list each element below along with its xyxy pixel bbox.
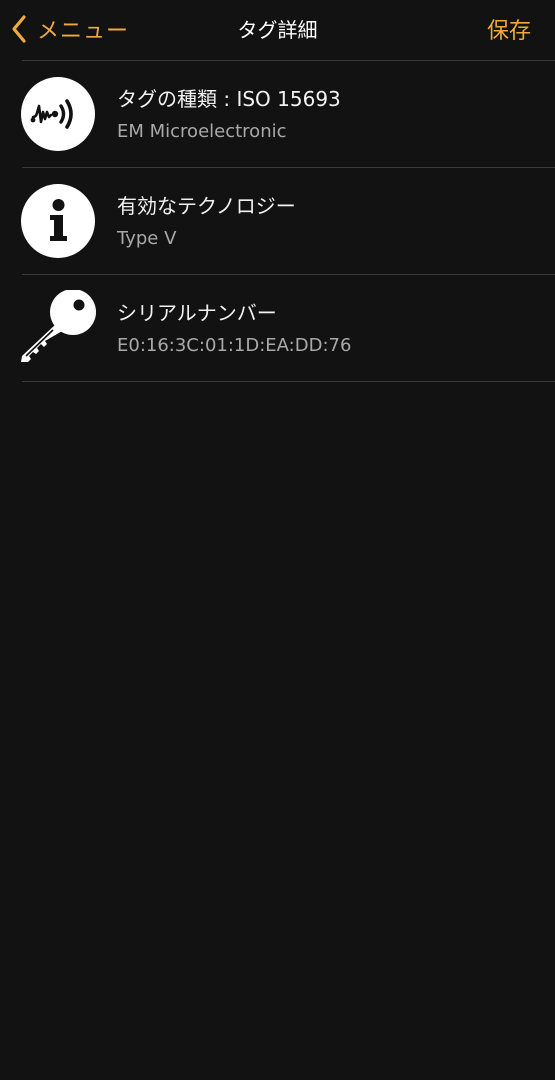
tag-type-label: タグの種類 : ISO 15693 bbox=[117, 87, 341, 111]
nfc-signal-icon bbox=[20, 76, 96, 152]
serial-number-label: シリアルナンバー bbox=[117, 301, 277, 325]
navigation-bar: メニュー タグ詳細 保存 bbox=[0, 0, 555, 58]
serial-number-value: E0:16:3C:01:1D:EA:DD:76 bbox=[117, 335, 352, 356]
info-icon bbox=[20, 183, 96, 259]
technology-label: 有効なテクノロジー bbox=[117, 194, 296, 218]
page-title: タグ詳細 bbox=[237, 18, 318, 42]
key-icon bbox=[20, 290, 96, 366]
tag-type-value: EM Microelectronic bbox=[117, 121, 287, 142]
list-item-technology[interactable]: 有効なテクノロジー Type V bbox=[20, 168, 555, 275]
tag-detail-list: タグの種類 : ISO 15693 EM Microelectronic 有効な… bbox=[0, 61, 555, 382]
list-item-tag-type[interactable]: タグの種類 : ISO 15693 EM Microelectronic bbox=[20, 61, 555, 168]
list-item-serial-number[interactable]: シリアルナンバー E0:16:3C:01:1D:EA:DD:76 bbox=[20, 275, 555, 382]
technology-value: Type V bbox=[117, 228, 177, 249]
save-button[interactable]: 保存 bbox=[487, 13, 531, 45]
